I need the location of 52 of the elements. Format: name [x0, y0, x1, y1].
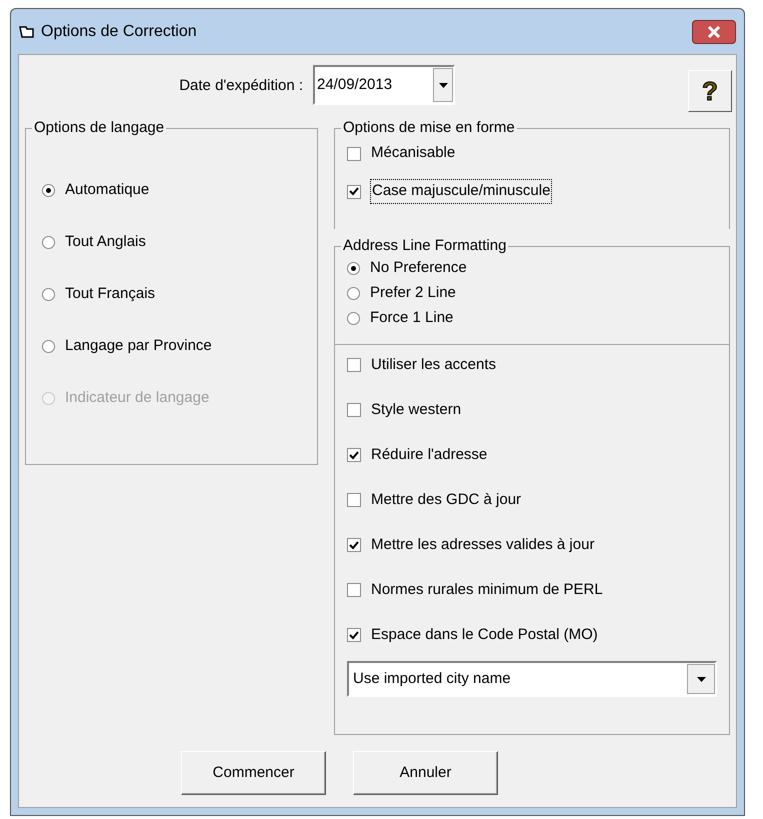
checkbox-label: Normes rurales minimum de PERL [371, 580, 603, 600]
radio-label: Langage par Province [65, 336, 212, 356]
checkbox[interactable] [347, 358, 361, 372]
city-name-dropdown[interactable]: Use imported city name [347, 661, 717, 697]
checkbox-label: Réduire l'adresse [371, 444, 488, 465]
checkbox-label: Espace dans le Code Postal (MO) [371, 624, 598, 645]
checkbox[interactable] [347, 403, 361, 417]
radio-label: Automatique [65, 180, 150, 200]
radio-label: Indicateur de langage [65, 388, 210, 408]
radio-label: No Preference [370, 258, 467, 278]
checkbox[interactable] [347, 146, 361, 160]
radio-label: Tout Français [65, 284, 156, 304]
group-legend: Options de langage [32, 117, 166, 140]
dialog-button[interactable]: Commencer [181, 751, 326, 795]
checkbox-label: Mécanisable [371, 143, 456, 164]
radio-button[interactable] [42, 288, 55, 301]
checkbox-label: Mettre des GDC à jour [371, 490, 522, 510]
checkbox[interactable] [347, 628, 361, 642]
radio-label: Tout Anglais [65, 232, 146, 252]
checkbox-label: Style western [371, 400, 462, 420]
caret-icon [438, 82, 448, 88]
date-value: 24/09/2013 [316, 74, 394, 95]
radio-button[interactable] [347, 287, 360, 300]
checkbox[interactable] [347, 493, 361, 507]
radio-label: Prefer 2 Line [370, 283, 456, 304]
group-legend: Options de mise en forme [341, 117, 517, 140]
close-icon [707, 26, 721, 38]
checkbox[interactable] [347, 184, 361, 198]
window-title: Options de Correction [41, 22, 197, 42]
caret-icon [696, 676, 706, 682]
radio-button[interactable] [42, 340, 55, 353]
checkbox-label: Mettre les adresses valides à jour [371, 534, 594, 555]
checkbox[interactable] [347, 583, 361, 597]
checkbox-label: Utiliser les accents [371, 354, 496, 375]
dialog-button[interactable]: Annuler [353, 751, 498, 795]
dropdown-button[interactable] [687, 664, 715, 694]
date-label: Date d'expédition : [178, 76, 304, 96]
checkbox[interactable] [347, 538, 361, 552]
group-legend: Address Line Formatting [341, 235, 508, 258]
close-button[interactable] [692, 20, 736, 44]
radio-button[interactable] [42, 236, 55, 249]
help-button[interactable]: ? [688, 70, 732, 112]
dropdown-value: Use imported city name [352, 668, 512, 689]
window-icon [19, 24, 35, 38]
checkbox[interactable] [347, 448, 361, 462]
date-field[interactable]: 24/09/2013 [313, 65, 455, 105]
radio-button[interactable] [347, 262, 360, 275]
dropdown-button[interactable] [433, 68, 453, 102]
radio-button[interactable] [42, 184, 55, 197]
checkbox-label: Case majuscule/minuscule [371, 180, 552, 203]
radio-label: Force 1 Line [370, 308, 454, 328]
radio-button[interactable] [347, 312, 360, 325]
